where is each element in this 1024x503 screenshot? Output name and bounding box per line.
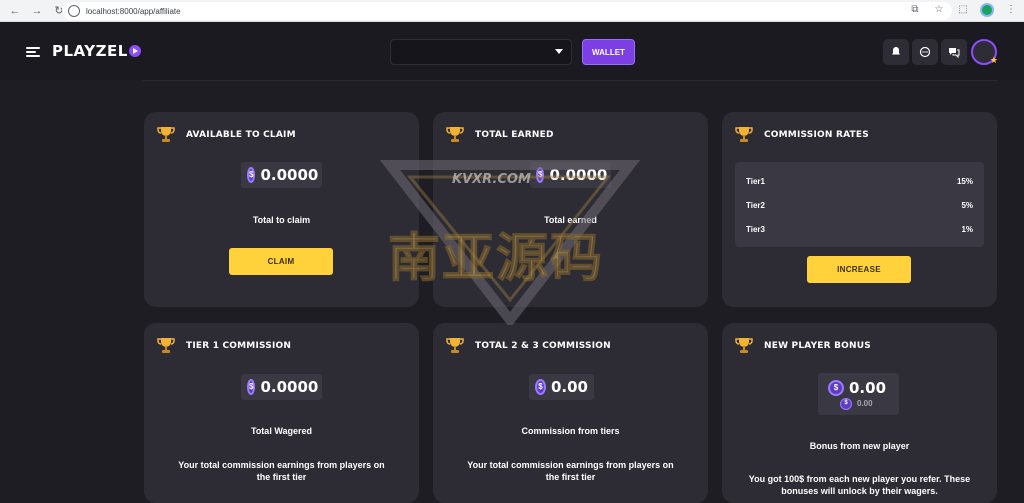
back-icon[interactable]: ← [8, 4, 22, 18]
tier23-description: Your total commission earnings from play… [467, 460, 674, 482]
logo-text: PLAYZEL [52, 42, 128, 60]
app-header: PLAYZEL WALLET ★ [0, 22, 1024, 80]
trophy-icon [446, 338, 464, 353]
increase-button[interactable]: INCREASE [807, 256, 911, 283]
bonus-sub-amount: 0.00 [857, 399, 873, 408]
rate-row: Tier3 1% [746, 225, 973, 234]
tier-name: Tier3 [746, 225, 765, 234]
total-2-3-commission-card: TOTAL 2 & 3 COMMISSION $ 0.00 Commission… [433, 323, 708, 503]
tier1-amount: 0.0000 [260, 378, 319, 396]
claim-label: Total to claim [252, 215, 311, 225]
chat-icon [919, 46, 931, 58]
messages-button[interactable] [941, 39, 967, 65]
card-title: TIER 1 COMMISSION [186, 341, 292, 351]
commission-rates-card: COMMISSION RATES Tier1 15% Tier2 5% Tier3 1… [722, 112, 997, 307]
card-title: AVAILABLE TO CLAIM [186, 130, 296, 140]
coin-icon: $ [247, 379, 256, 395]
claim-amount-box: $ 0.0000 [241, 162, 322, 188]
extensions-icon[interactable]: ⬚ [956, 3, 970, 17]
coin-icon: $ [828, 379, 844, 396]
browser-toolbar: ← → ↻ localhost:8000/app/affiliate ⧉ ☆ ⬚… [0, 0, 1024, 22]
trophy-icon [735, 127, 753, 142]
tier1-amount-box: $ 0.0000 [241, 374, 322, 400]
logo-play-icon [128, 45, 141, 57]
url-text: localhost:8000/app/affiliate [86, 6, 181, 16]
tier-rate: 15% [956, 177, 973, 186]
messages-icon [949, 48, 960, 58]
header-divider [143, 80, 997, 81]
site-info-icon[interactable] [68, 5, 80, 17]
chevron-down-icon [555, 49, 563, 54]
tier1-commission-card: TIER 1 COMMISSION $ 0.0000 Total Wagered… [144, 323, 419, 503]
tier-rate: 5% [961, 201, 973, 210]
new-player-bonus-card: NEW PLAYER BONUS $ 0.00 $ 0.00 Bonus fro… [722, 323, 997, 503]
card-title: NEW PLAYER BONUS [764, 341, 871, 351]
translate-icon[interactable]: ⧉ [908, 3, 922, 17]
profile-icon[interactable] [980, 3, 994, 17]
tier-rate: 1% [961, 225, 973, 234]
bonus-amount-box: $ 0.00 $ 0.00 [818, 373, 899, 415]
tier1-description: Your total commission earnings from play… [178, 460, 385, 482]
earned-amount-box: $ 0.0000 [530, 162, 611, 188]
browser-menu-icon[interactable]: ⋮ [1004, 3, 1018, 17]
coin-icon: $ [536, 167, 545, 183]
claim-button[interactable]: CLAIM [229, 248, 333, 275]
watermark-url: KVXR.COM [452, 172, 531, 187]
bonus-label: Bonus from new player [809, 441, 910, 451]
bookmark-star-icon[interactable]: ☆ [932, 3, 946, 17]
tier23-amount: 0.00 [550, 378, 588, 396]
currency-selector[interactable] [390, 39, 572, 65]
card-title: TOTAL EARNED [475, 130, 554, 140]
tier1-label: Total Wagered [250, 426, 312, 436]
claim-amount: 0.0000 [260, 166, 319, 184]
vip-star-icon: ★ [989, 55, 998, 65]
rate-row: Tier2 5% [746, 201, 973, 210]
tier23-amount-box: $ 0.00 [529, 374, 594, 400]
notifications-button[interactable] [883, 39, 909, 65]
trophy-icon [157, 338, 175, 353]
earned-amount: 0.0000 [549, 166, 608, 184]
coin-icon: $ [535, 379, 546, 395]
address-bar[interactable]: localhost:8000/app/affiliate [62, 2, 952, 20]
coin-icon: $ [840, 397, 852, 410]
logo[interactable]: PLAYZEL [52, 42, 141, 60]
bonus-description: You got 100$ from each new player you re… [748, 474, 971, 496]
trophy-icon [446, 127, 464, 142]
chat-button[interactable] [912, 39, 938, 65]
hamburger-menu-icon[interactable] [26, 47, 40, 57]
rate-row: Tier1 15% [746, 177, 973, 186]
available-to-claim-card: AVAILABLE TO CLAIM $ 0.0000 Total to cla… [144, 112, 419, 307]
bonus-amount: 0.00 [849, 378, 887, 397]
rates-table: Tier1 15% Tier2 5% Tier3 1% [735, 162, 984, 247]
card-title: TOTAL 2 & 3 COMMISSION [475, 341, 611, 351]
trophy-icon [157, 127, 175, 142]
card-title: COMMISSION RATES [764, 130, 869, 140]
forward-icon[interactable]: → [30, 4, 44, 18]
tier-name: Tier2 [746, 201, 765, 210]
bell-icon [892, 47, 900, 56]
wallet-button[interactable]: WALLET [582, 39, 635, 65]
avatar[interactable]: ★ [971, 39, 998, 65]
tier23-label: Commission from tiers [521, 426, 620, 436]
trophy-icon [735, 338, 753, 353]
watermark-text: 南亚源码 [387, 229, 605, 290]
tier-name: Tier1 [746, 177, 765, 186]
coin-icon: $ [247, 167, 256, 183]
